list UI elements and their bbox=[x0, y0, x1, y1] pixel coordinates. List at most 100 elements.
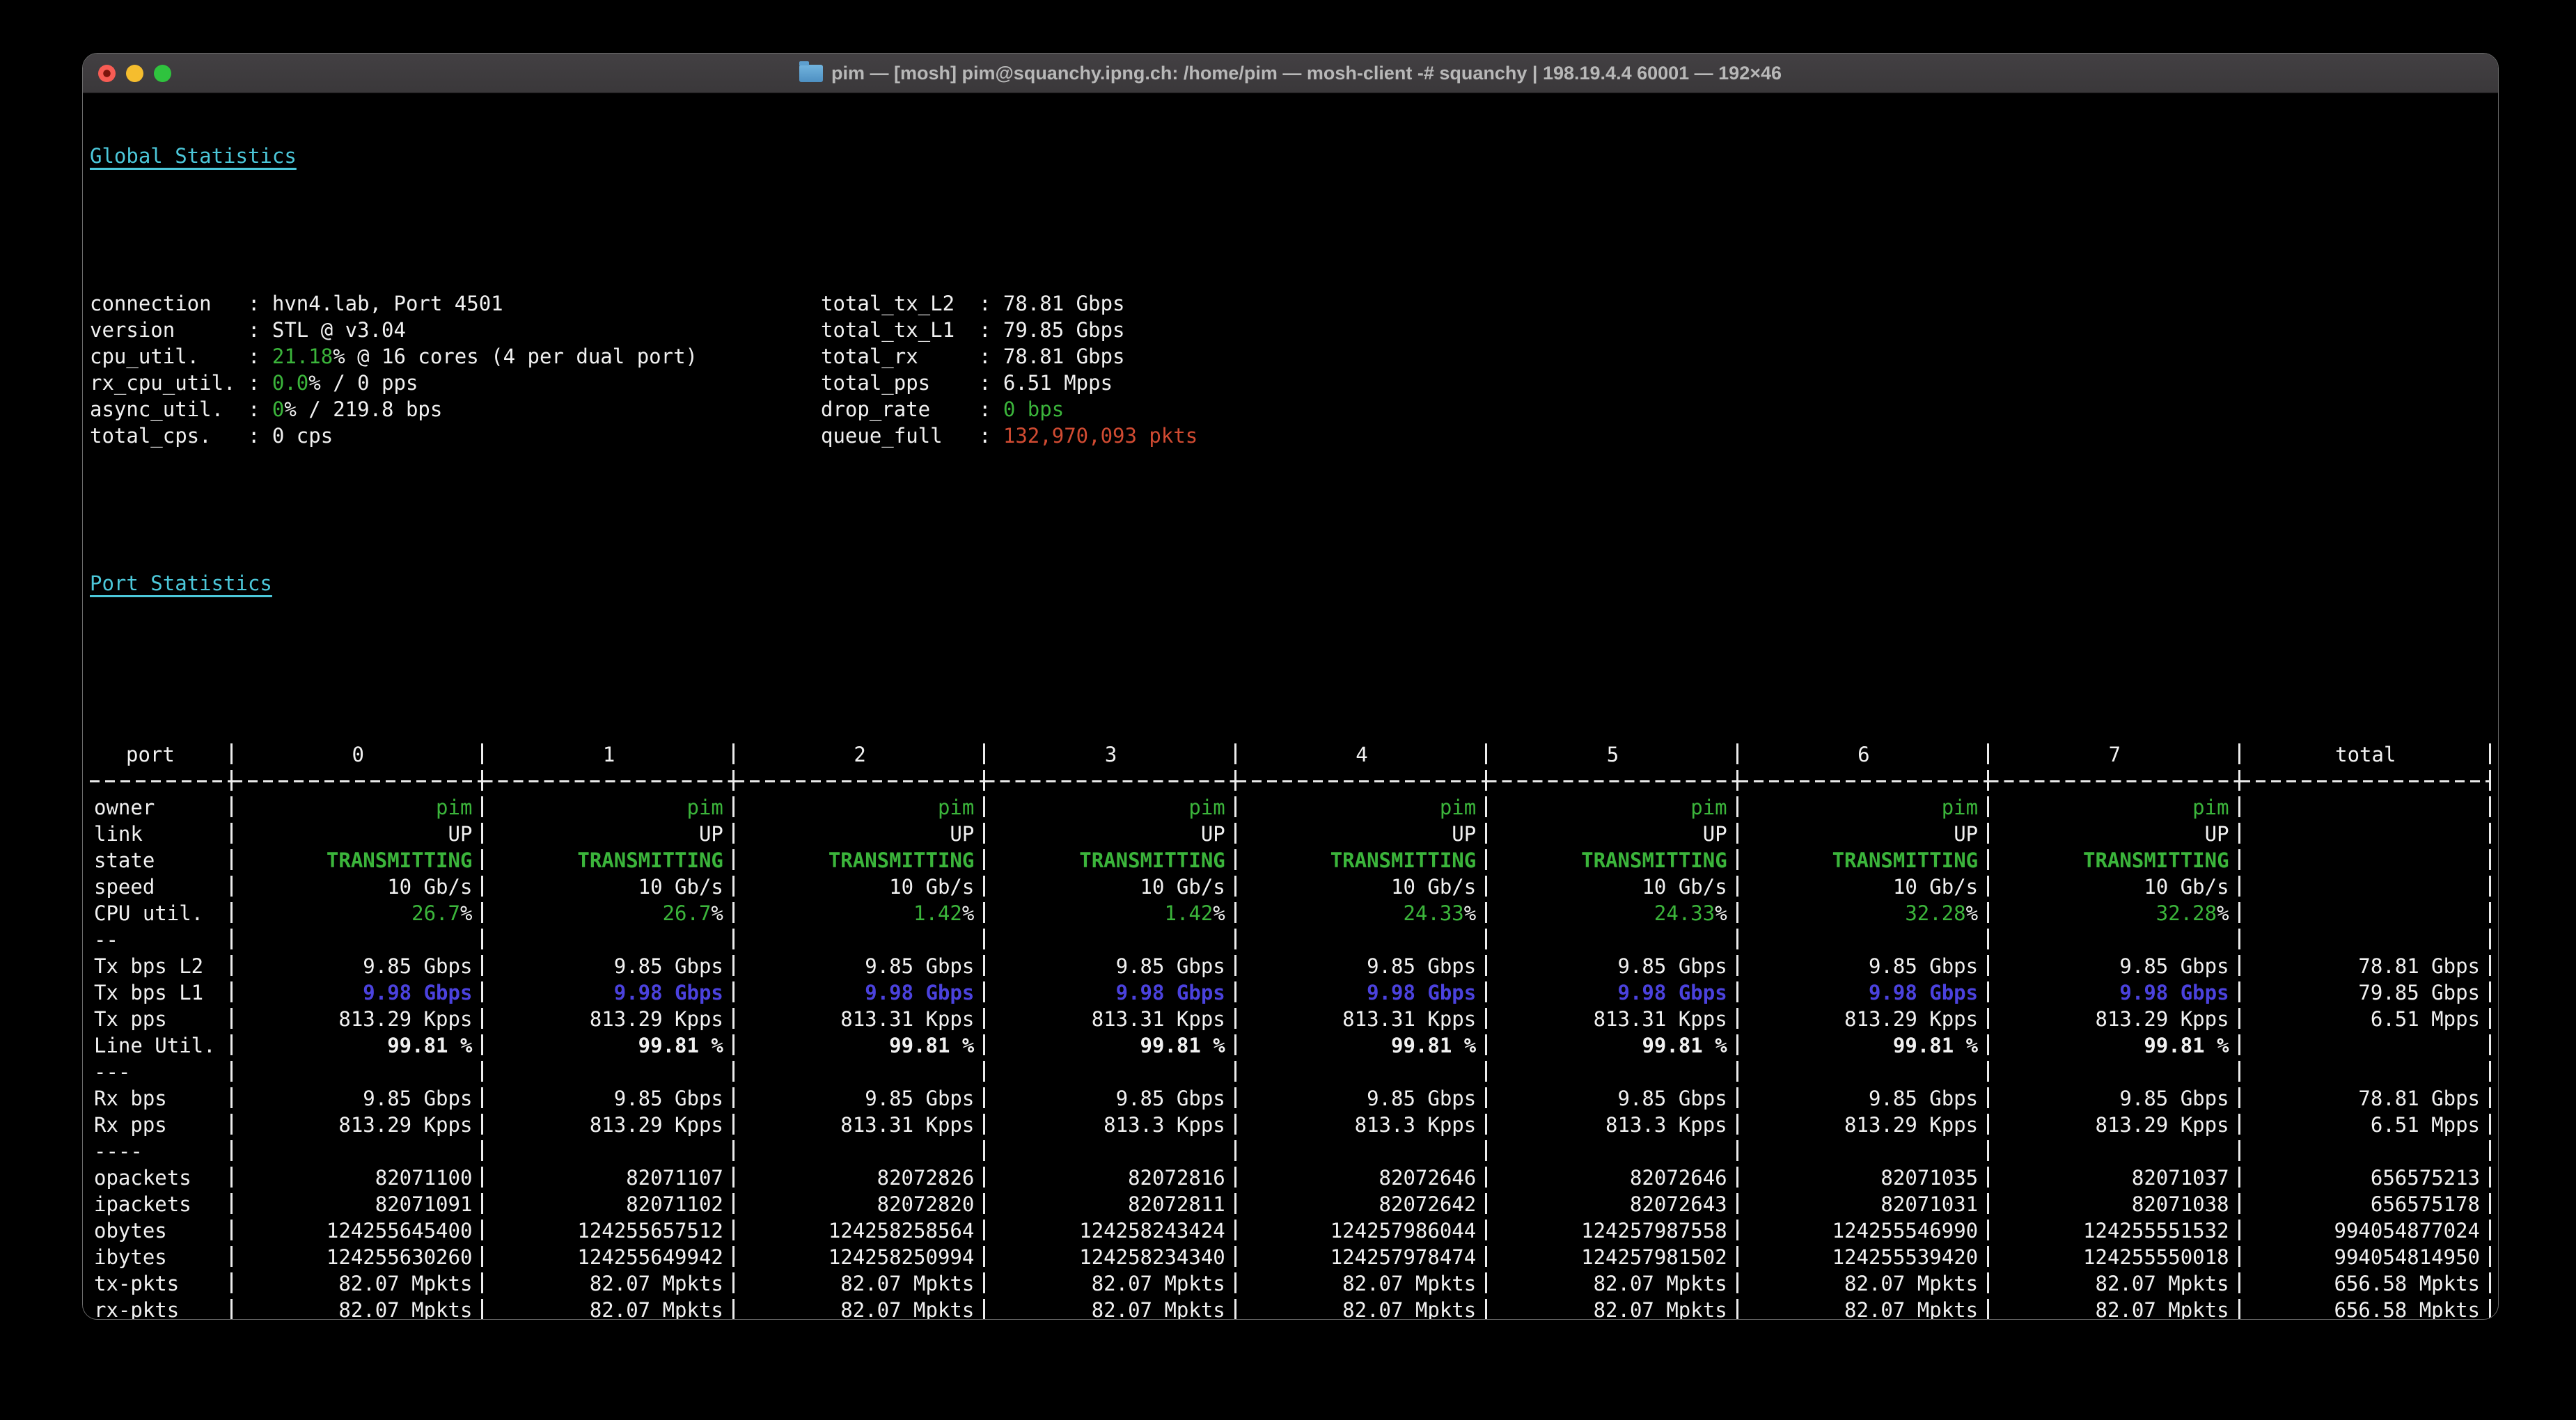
percent-sign: % bbox=[460, 901, 472, 925]
minimize-button[interactable] bbox=[126, 65, 143, 82]
stat-cell: 9.98 Gbps bbox=[1989, 979, 2240, 1006]
port-stats-row: stateTRANSMITTINGTRANSMITTINGTRANSMITTIN… bbox=[90, 847, 2491, 874]
row-label: Tx bps L1 bbox=[90, 979, 233, 1006]
desktop-background: pim — [mosh] pim@squanchy.ipng.ch: /home… bbox=[0, 0, 2576, 1420]
header-separator bbox=[90, 768, 2491, 794]
global-stats-left: version: STL @ v3.04 bbox=[90, 318, 406, 342]
total-cell bbox=[2240, 1059, 2491, 1085]
stat-cell: 82.07 Mpkts bbox=[1989, 1270, 2240, 1297]
total-cell: 656.58 Mpkts bbox=[2240, 1297, 2491, 1320]
percent-value: 24.33 bbox=[1403, 901, 1463, 925]
titlebar[interactable]: pim — [mosh] pim@squanchy.ipng.ch: /home… bbox=[83, 54, 2498, 93]
zoom-button[interactable] bbox=[154, 65, 171, 82]
stat-cell: 124257987558 bbox=[1487, 1217, 1738, 1244]
stat-cell: TRANSMITTING bbox=[1989, 847, 2240, 874]
terminal-content: Global Statistics connection: hvn4.lab, … bbox=[83, 93, 2498, 1319]
stat-cell bbox=[1738, 1059, 1989, 1085]
stat-cell bbox=[735, 926, 985, 953]
stat-cell: TRANSMITTING bbox=[1738, 847, 1989, 874]
stat-cell: 124257986044 bbox=[1236, 1217, 1487, 1244]
stat-cell: 813.3 Kpps bbox=[985, 1112, 1236, 1138]
global-stats-left: rx_cpu_util.: 0.0% / 0 pps bbox=[90, 371, 418, 395]
row-label: Tx pps bbox=[90, 1006, 233, 1032]
stat-cell: 82.07 Mpkts bbox=[483, 1270, 734, 1297]
total-cell bbox=[2240, 1032, 2491, 1059]
percent-value: 26.7 bbox=[663, 901, 712, 925]
port-statistics-table: port01234567totalownerpimpimpimpimpimpim… bbox=[90, 741, 2491, 1320]
stat-label: connection bbox=[90, 290, 248, 317]
column-header: 3 bbox=[985, 741, 1236, 768]
stat-cell: 82.07 Mpkts bbox=[1236, 1297, 1487, 1320]
blank-line bbox=[90, 496, 2491, 523]
stat-cell bbox=[1236, 1138, 1487, 1165]
stat-cell: 82071100 bbox=[233, 1165, 483, 1191]
stat-cell bbox=[1487, 1138, 1738, 1165]
global-statistics-heading-line: Global Statistics bbox=[90, 143, 2491, 169]
stat-cell: 82071037 bbox=[1989, 1165, 2240, 1191]
stat-value: 0 cps bbox=[272, 424, 333, 448]
stat-cell bbox=[985, 926, 1236, 953]
port-stats-row: Tx bps L29.85 Gbps9.85 Gbps9.85 Gbps9.85… bbox=[90, 953, 2491, 979]
stat-cell: 10 Gb/s bbox=[1487, 874, 1738, 900]
stat-cell: 9.85 Gbps bbox=[1236, 953, 1487, 979]
total-cell: 994054877024 bbox=[2240, 1217, 2491, 1244]
close-button[interactable] bbox=[98, 65, 116, 82]
stat-cell: 26.7% bbox=[233, 900, 483, 926]
stat-cell: 9.85 Gbps bbox=[233, 953, 483, 979]
global-stats-right: total_rx: 78.81 Gbps bbox=[821, 343, 1125, 370]
title-area: pim — [mosh] pim@squanchy.ipng.ch: /home… bbox=[799, 63, 1782, 84]
stat-cell bbox=[1738, 926, 1989, 953]
stat-cell bbox=[1236, 926, 1487, 953]
port-table-header: port01234567total bbox=[90, 741, 2491, 768]
stat-cell: pim bbox=[1738, 794, 1989, 821]
row-label: ipackets bbox=[90, 1191, 233, 1217]
stat-cell: 10 Gb/s bbox=[483, 874, 734, 900]
total-cell bbox=[2240, 926, 2491, 953]
stat-cell: 99.81 % bbox=[233, 1032, 483, 1059]
percent-sign: % bbox=[1213, 901, 1225, 925]
port-stats-row: obytes1242556454001242556575121242582585… bbox=[90, 1217, 2491, 1244]
stat-cell: TRANSMITTING bbox=[1487, 847, 1738, 874]
percent-value: 26.7 bbox=[411, 901, 460, 925]
stat-cell: 813.29 Kpps bbox=[1989, 1006, 2240, 1032]
total-cell bbox=[2240, 847, 2491, 874]
stat-cell: 813.29 Kpps bbox=[1989, 1112, 2240, 1138]
column-header: port bbox=[90, 741, 233, 768]
stat-cell: 9.85 Gbps bbox=[483, 953, 734, 979]
percent-value: 24.33 bbox=[1654, 901, 1715, 925]
stat-cell: 82072643 bbox=[1487, 1191, 1738, 1217]
stat-cell: 9.85 Gbps bbox=[735, 1085, 985, 1112]
stat-cell: 1.42% bbox=[735, 900, 985, 926]
row-label: Line Util. bbox=[90, 1032, 233, 1059]
total-cell: 6.51 Mpps bbox=[2240, 1006, 2491, 1032]
column-header: 2 bbox=[735, 741, 985, 768]
global-statistics-block: connection: hvn4.lab, Port 4501total_tx_… bbox=[90, 290, 2491, 449]
port-stats-row: opackets82071100820711078207282682072816… bbox=[90, 1165, 2491, 1191]
stat-cell: 9.85 Gbps bbox=[1989, 953, 2240, 979]
stat-cell: pim bbox=[735, 794, 985, 821]
stat-cell: 82072646 bbox=[1236, 1165, 1487, 1191]
row-label: speed bbox=[90, 874, 233, 900]
stat-cell: 9.85 Gbps bbox=[985, 1085, 1236, 1112]
stat-cell: 124255649942 bbox=[483, 1244, 734, 1270]
stat-cell: 82071035 bbox=[1738, 1165, 1989, 1191]
stat-cell: pim bbox=[1989, 794, 2240, 821]
percent-sign: % bbox=[1966, 901, 1978, 925]
total-cell: 79.85 Gbps bbox=[2240, 979, 2491, 1006]
stat-value: 0 bps bbox=[1003, 397, 1064, 421]
stat-colon: : bbox=[979, 397, 1003, 421]
stat-label: total_tx_L1 bbox=[821, 317, 979, 343]
stat-cell: 82.07 Mpkts bbox=[233, 1270, 483, 1297]
global-stats-right: drop_rate: 0 bps bbox=[821, 396, 1064, 423]
stat-cell: UP bbox=[1738, 821, 1989, 847]
stat-cell: 99.81 % bbox=[1236, 1032, 1487, 1059]
stat-cell: 813.3 Kpps bbox=[1236, 1112, 1487, 1138]
stat-cell: 10 Gb/s bbox=[1738, 874, 1989, 900]
port-stats-row: speed10 Gb/s10 Gb/s10 Gb/s10 Gb/s10 Gb/s… bbox=[90, 874, 2491, 900]
stat-cell: TRANSMITTING bbox=[1236, 847, 1487, 874]
global-stats-right: total_tx_L1: 79.85 Gbps bbox=[821, 317, 1125, 343]
stat-cell: 9.85 Gbps bbox=[1989, 1085, 2240, 1112]
stat-cell bbox=[233, 926, 483, 953]
port-stats-row: Line Util.99.81 %99.81 %99.81 %99.81 %99… bbox=[90, 1032, 2491, 1059]
stat-cell: 124255539420 bbox=[1738, 1244, 1989, 1270]
